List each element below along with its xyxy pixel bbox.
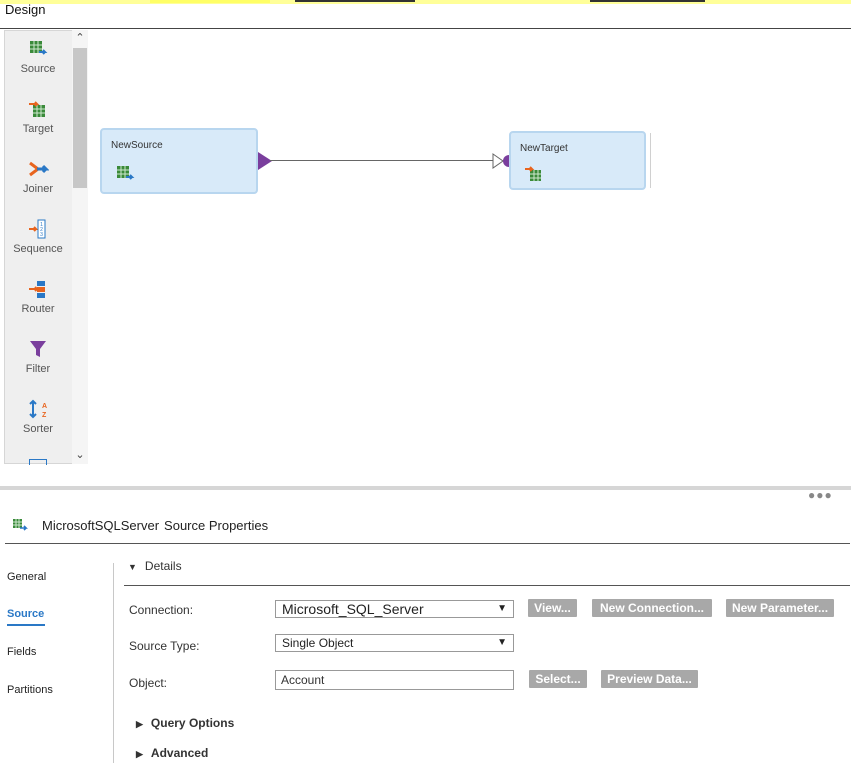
mapping-canvas[interactable] [90,30,850,484]
dropdown-arrow-icon: ▼ [497,637,507,648]
details-label: Details [144,559,182,573]
connection-select[interactable]: Microsoft_SQL_Server ▼ [275,600,514,618]
object-field[interactable]: Account [275,670,514,690]
filter-icon [30,341,46,357]
palette-item-source[interactable]: Source [5,39,71,75]
node-title: NewSource [111,140,163,151]
palette-label: Joiner [23,183,53,195]
highlight-strip [0,0,851,4]
node-edge [650,133,651,188]
palette-item-joiner[interactable]: Joiner [5,159,71,195]
tab-partitions[interactable]: Partitions [7,684,53,696]
palette-label: Source [20,63,56,75]
connection-label: Connection: [129,603,194,617]
palette-item-sequence[interactable]: 1 2 3 Sequence [5,219,71,255]
svg-text:Z: Z [42,412,47,419]
target-icon [525,166,541,181]
active-tab-indicator [7,624,45,626]
panel-splitter[interactable] [0,486,851,490]
query-options-toggle[interactable]: ▶ Query Options [136,716,234,730]
palette-label: Target [22,123,54,135]
palette-label: Sequence [13,243,63,255]
sorter-icon: A Z [29,399,47,419]
palette-scroll-thumb[interactable] [73,48,87,188]
object-label: Object: [129,676,168,690]
scroll-down-icon[interactable]: ⌄ [72,448,88,462]
highlight-segment [295,0,415,2]
palette-item-filter[interactable]: Filter [5,339,71,375]
new-parameter-button[interactable]: New Parameter... [726,599,834,617]
view-button[interactable]: View... [528,599,577,617]
properties-title: Source Properties [164,517,269,533]
output-port-icon[interactable] [256,151,274,171]
tab-source[interactable]: Source [7,608,44,620]
caret-down-icon: ▼ [128,562,137,572]
query-options-label: Query Options [150,716,235,730]
palette-label: Sorter [23,423,53,435]
header-rule [0,28,851,29]
source-icon [117,166,135,180]
select-button[interactable]: Select... [529,670,587,688]
properties-object-name: MicrosoftSQLServer [42,517,160,533]
palette-item-target[interactable]: Target [5,99,71,135]
source-node[interactable]: NewSource [100,128,258,194]
target-node[interactable]: NewTarget [509,131,646,190]
router-icon [29,281,45,298]
palette-label: Router [21,303,55,315]
tab-fields[interactable]: Fields [7,646,36,658]
svg-text:A: A [42,403,47,410]
caret-right-icon: ▶ [136,719,143,729]
nav-divider [113,563,114,763]
source-icon [13,519,28,531]
target-icon [29,101,45,117]
caret-right-icon: ▶ [136,749,143,759]
palette-item-more [5,459,71,465]
advanced-label: Advanced [150,746,209,760]
details-section-toggle[interactable]: ▼ Details [128,559,182,573]
palette-item-sorter[interactable]: A Z Sorter [5,399,71,435]
highlight-segment [150,0,270,3]
more-icon[interactable]: ●●● [808,488,833,502]
tab-general[interactable]: General [7,571,46,583]
source-type-select[interactable]: Single Object ▼ [275,634,514,652]
joiner-icon [29,161,49,177]
preview-data-button[interactable]: Preview Data... [601,670,698,688]
link-line[interactable] [270,160,495,161]
sequence-icon: 1 2 3 [29,219,46,239]
palette-item-router[interactable]: Router [5,279,71,315]
highlight-segment [590,0,705,2]
design-header: Design [5,2,46,17]
source-type-value: Single Object [282,636,354,650]
details-rule [124,585,850,586]
scroll-up-icon[interactable]: ⌃ [72,31,88,45]
svg-text:3: 3 [40,232,43,238]
palette-label: Filter [25,363,51,375]
connection-value: Microsoft_SQL_Server [282,601,424,617]
new-connection-button[interactable]: New Connection... [592,599,712,617]
header-rule [5,543,850,544]
advanced-toggle[interactable]: ▶ Advanced [136,746,208,760]
source-type-label: Source Type: [129,639,200,653]
properties-header: MicrosoftSQLServer Source Properties [12,514,268,536]
node-title: NewTarget [520,143,568,154]
source-icon [30,41,48,55]
dropdown-arrow-icon: ▼ [497,603,507,614]
